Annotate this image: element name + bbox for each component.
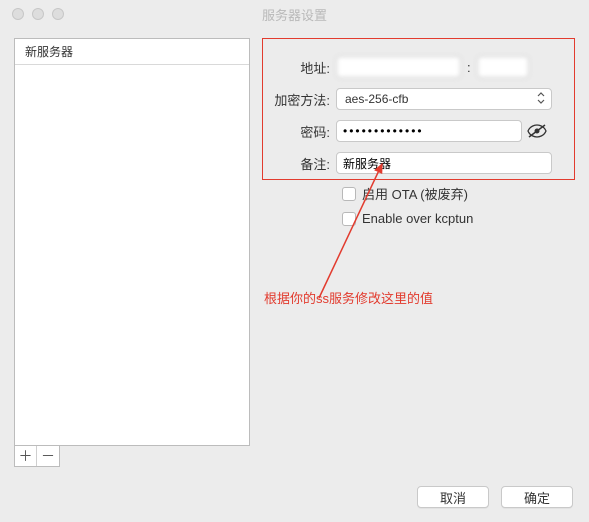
address-colon: : [465,60,473,75]
kcptun-label: Enable over kcptun [362,211,473,226]
password-label: 密码: [264,122,336,141]
ok-button[interactable]: 确定 [501,486,573,508]
close-icon[interactable] [12,8,24,20]
chevron-updown-icon [537,92,545,106]
ota-label: 启用 OTA (被废弃) [362,184,468,203]
footer-buttons: 取消 确定 [417,486,573,508]
remark-input[interactable] [336,152,552,174]
address-label: 地址: [264,58,336,77]
add-button[interactable]: ＋ [15,446,37,466]
annotation-text: 根据你的ss服务修改这里的值 [264,288,464,307]
titlebar: 服务器设置 [0,0,589,28]
encryption-value: aes-256-cfb [345,92,408,106]
address-input[interactable] [336,56,461,78]
kcptun-checkbox[interactable] [342,212,356,226]
eye-off-icon[interactable] [526,123,548,139]
cancel-button[interactable]: 取消 [417,486,489,508]
remove-button[interactable]: － [37,446,59,466]
form-panel: 地址: : 加密方法: aes-256-cfb [264,38,575,467]
encryption-select[interactable]: aes-256-cfb [336,88,552,110]
password-input[interactable] [336,120,522,142]
server-list-panel: 新服务器 ＋ － [14,38,250,467]
remark-label: 备注: [264,154,336,173]
server-listbox[interactable]: 新服务器 [14,38,250,446]
port-input[interactable] [477,56,529,78]
list-header: 新服务器 [15,39,249,65]
minimize-icon[interactable] [32,8,44,20]
encryption-label: 加密方法: [264,90,336,109]
ota-checkbox[interactable] [342,187,356,201]
traffic-lights [12,8,64,20]
window-title: 服务器设置 [0,5,589,24]
add-remove-bar: ＋ － [14,446,60,467]
zoom-icon[interactable] [52,8,64,20]
